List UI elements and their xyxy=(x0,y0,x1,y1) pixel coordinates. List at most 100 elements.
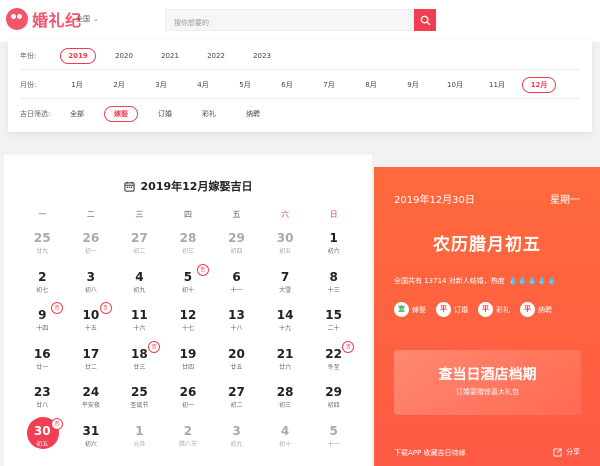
month-option[interactable]: 10月 xyxy=(438,77,472,93)
day-number: 31 xyxy=(82,423,100,438)
search-button[interactable] xyxy=(414,9,436,31)
calendar-day[interactable]: 28 初三 xyxy=(261,385,310,424)
lunar-day: 廿一 xyxy=(36,363,49,371)
type-option[interactable]: 彩礼 xyxy=(192,106,226,122)
suitability-tag: 平 彩礼 xyxy=(478,302,510,317)
month-option[interactable]: 7月 xyxy=(312,77,346,93)
type-option[interactable]: 全部 xyxy=(60,106,94,122)
year-option[interactable]: 2023 xyxy=(244,48,280,64)
calendar-day[interactable]: 25 圣诞节 xyxy=(115,385,164,424)
calendar-day[interactable]: 3 初九 xyxy=(212,424,261,463)
lunar-day: 初三 xyxy=(279,402,292,410)
lunar-day: 初四 xyxy=(327,402,340,410)
calendar-day[interactable]: 30 初五 xyxy=(261,231,310,270)
year-filter-row: 年份: 2019 2020 2021 2022 2023 xyxy=(20,42,580,70)
calendar-day[interactable]: 27 初二 xyxy=(115,231,164,270)
calendar-day[interactable]: 1 元旦 xyxy=(115,424,164,463)
year-option[interactable]: 2022 xyxy=(198,48,234,64)
calendar-day[interactable]: 8 十三 xyxy=(309,270,358,309)
lunar-day: 廿八 xyxy=(36,402,49,410)
search-input[interactable] xyxy=(166,13,413,33)
type-filter-label: 吉日筛选: xyxy=(20,110,51,118)
lunar-day: 初九 xyxy=(230,440,243,448)
type-option[interactable]: 纳聘 xyxy=(236,106,270,122)
lunar-day: 廿四 xyxy=(181,363,194,371)
calendar-day[interactable]: 22 冬至吉 xyxy=(309,340,358,386)
calendar-day[interactable]: 26 初一 xyxy=(164,385,213,424)
calendar-day[interactable]: 26 初一 xyxy=(67,231,116,270)
month-option[interactable]: 5月 xyxy=(228,77,262,93)
suitability-badge: 平 xyxy=(436,302,451,317)
day-detail-panel: 2019年12月30日 星期一 农历腊月初五 全国共有 13714 对新人结婚，… xyxy=(374,167,600,466)
month-option[interactable]: 2月 xyxy=(102,77,136,93)
calendar-day[interactable]: 18 廿三吉 xyxy=(115,340,164,386)
calendar-day[interactable]: 16 廿一 xyxy=(18,347,67,386)
calendar-week-row: 9 十四吉 10 十五吉 11 十六 12 十七 13 十八 14 十九 15 二十 xyxy=(18,302,358,347)
calendar-day[interactable]: 14 十九 xyxy=(261,308,310,347)
month-option[interactable]: 6月 xyxy=(270,77,304,93)
lunar-day: 初九 xyxy=(133,286,146,294)
calendar-day[interactable]: 29 初四 xyxy=(309,385,358,424)
calendar-day[interactable]: 31 初六 xyxy=(67,424,116,463)
calendar-day[interactable]: 19 廿四 xyxy=(164,347,213,386)
day-number: 19 xyxy=(179,346,197,361)
logo-text: 婚礼纪 xyxy=(32,11,82,30)
calendar-day[interactable]: 1 初六 xyxy=(309,231,358,270)
day-number: 21 xyxy=(276,346,294,361)
lunar-day: 廿九 xyxy=(36,248,49,255)
month-option[interactable]: 3月 xyxy=(144,77,178,93)
month-option[interactable]: 4月 xyxy=(186,77,220,93)
calendar-day[interactable]: 21 廿六 xyxy=(261,347,310,386)
weekday-label: 六 xyxy=(281,210,290,219)
lunar-day: 圣诞节 xyxy=(130,402,149,410)
share-button[interactable]: 分享 xyxy=(553,447,580,457)
hotel-schedule-banner[interactable]: 查当日酒店档期 订婚宴赠惊喜大礼包 xyxy=(394,350,581,415)
suitability-tags: 宜 嫁娶 平 订婚 平 彩礼 平 纳聘 xyxy=(394,302,552,317)
calendar-day[interactable]: 9 十四吉 xyxy=(18,302,67,347)
calendar-day[interactable]: 17 廿二 xyxy=(67,347,116,386)
lunar-day: 廿三 xyxy=(133,363,146,371)
day-number: 4 xyxy=(135,269,144,284)
month-option[interactable]: 9月 xyxy=(396,77,430,93)
lunar-day: 初十 xyxy=(181,286,194,294)
lunar-day: 初二 xyxy=(133,248,146,255)
calendar-day[interactable]: 25 廿九 xyxy=(18,231,67,270)
calendar-day[interactable]: 4 初九 xyxy=(115,270,164,309)
promo-title: 查当日酒店档期 xyxy=(438,367,537,383)
calendar-day[interactable]: 7 大雪 xyxy=(261,270,310,309)
calendar-day[interactable]: 6 十一 xyxy=(212,270,261,309)
month-option[interactable]: 11月 xyxy=(480,77,514,93)
city-selector[interactable]: 全国 ⌄ xyxy=(76,14,99,24)
lunar-day: 十六 xyxy=(133,325,146,333)
day-number: 24 xyxy=(82,385,100,400)
calendar-day[interactable]: 29 初四 xyxy=(212,231,261,270)
lunar-day: 十七 xyxy=(181,325,194,333)
month-option[interactable]: 12月 xyxy=(522,76,556,93)
download-app-link[interactable]: 下载APP 收藏吉日待嫁 xyxy=(394,448,465,458)
suitability-tag: 宜 嫁娶 xyxy=(394,302,426,317)
year-option[interactable]: 2021 xyxy=(152,48,188,64)
day-number: 28 xyxy=(179,231,197,245)
logo[interactable]: 婚礼纪 xyxy=(6,7,82,31)
calendar-day[interactable]: 27 初二 xyxy=(212,385,261,424)
calendar-day-selected[interactable]: 30 初五吉 xyxy=(18,417,67,463)
suitability-badge: 平 xyxy=(520,302,535,317)
calendar-day[interactable]: 13 十八 xyxy=(212,308,261,347)
calendar-day[interactable]: 5 十一 xyxy=(309,424,358,463)
calendar-day[interactable]: 20 廿五 xyxy=(212,347,261,386)
month-option[interactable]: 8月 xyxy=(354,77,388,93)
type-option[interactable]: 嫁娶 xyxy=(104,106,138,122)
month-option[interactable]: 1月 xyxy=(60,77,94,93)
day-number: 12 xyxy=(179,308,197,323)
calendar-day[interactable]: 5 初十吉 xyxy=(164,263,213,309)
calendar-day[interactable]: 4 初十 xyxy=(261,424,310,463)
calendar-day[interactable]: 2 腊八节 xyxy=(164,424,213,463)
calendar-day[interactable]: 24 平安夜 xyxy=(67,385,116,424)
lunar-day: 元旦 xyxy=(133,440,146,448)
lunar-day: 初五 xyxy=(279,248,292,255)
calendar-day[interactable]: 12 十七 xyxy=(164,308,213,347)
calendar-day[interactable]: 10 十五吉 xyxy=(67,302,116,347)
year-option[interactable]: 2019 xyxy=(60,47,96,64)
year-option[interactable]: 2020 xyxy=(106,48,142,64)
type-option[interactable]: 订婚 xyxy=(148,106,182,122)
